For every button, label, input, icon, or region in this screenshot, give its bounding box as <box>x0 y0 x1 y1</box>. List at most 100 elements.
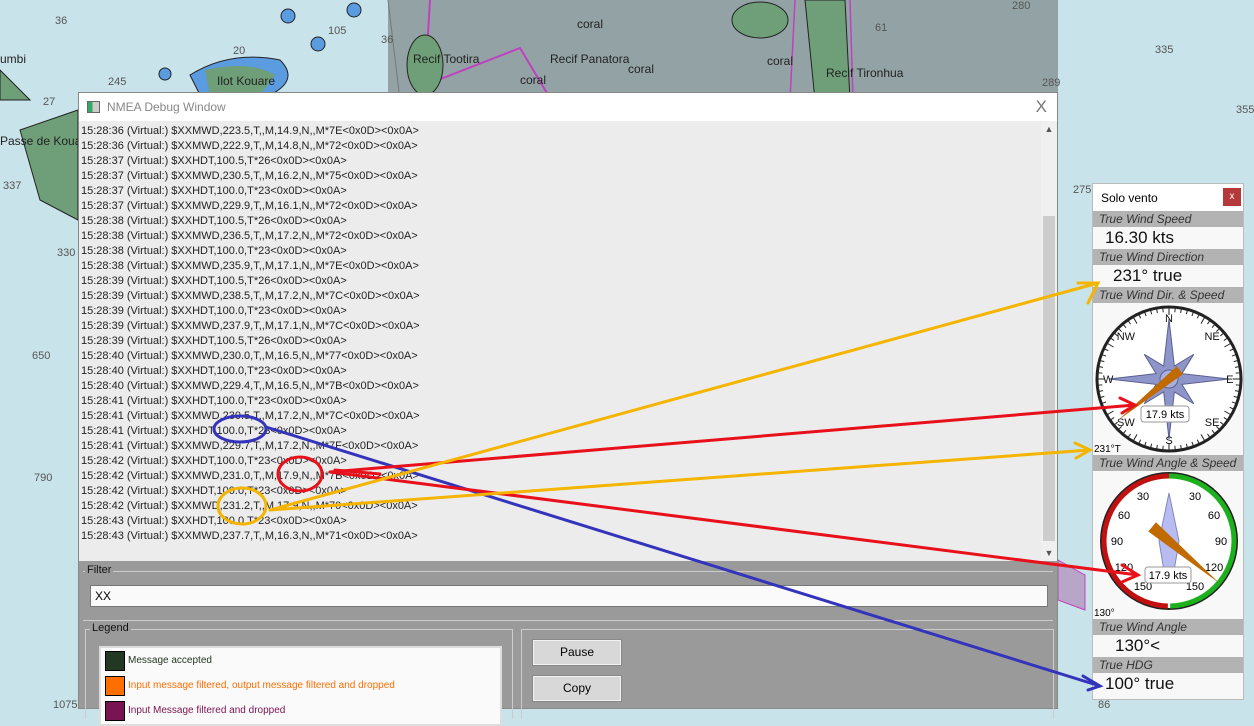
button-group: Pause Copy <box>521 629 1054 719</box>
pause-button[interactable]: Pause <box>533 640 621 665</box>
scroll-thumb[interactable] <box>1043 216 1055 541</box>
log-line: 15:28:37 (Virtual:) $XXMWD,230.5,T,,M,16… <box>79 169 1041 184</box>
tws-header: True Wind Speed <box>1093 211 1243 227</box>
nmea-debug-window: NMEA Debug Window X 15:28:36 (Virtual:) … <box>78 92 1058 709</box>
compass-tick <box>1235 391 1239 392</box>
gauge-tick-label: 120 <box>1115 562 1133 574</box>
map-label: coral <box>767 54 793 68</box>
depth-sounding: 61 <box>875 22 887 34</box>
wind-compass: NNEESESSWWNW17.9 kts 231°T <box>1093 303 1243 455</box>
legend-group: Legend Message acceptedInput message fil… <box>85 629 513 719</box>
cardinal-label: S <box>1165 435 1172 447</box>
legend-swatch <box>105 651 125 671</box>
compass-tick <box>1181 309 1182 313</box>
gauge-tick-label: 30 <box>1189 491 1201 503</box>
log-line: 15:28:38 (Virtual:) $XXMWD,236.5,T,,M,17… <box>79 229 1041 244</box>
depth-sounding: 1075 <box>53 699 77 711</box>
panel-title: Solo vento <box>1093 184 1243 211</box>
log-line: 15:28:41 (Virtual:) $XXHDT,100.0,T*23<0x… <box>79 424 1041 439</box>
hdg-value: 100° true <box>1093 673 1243 695</box>
depth-sounding: 337 <box>3 180 21 192</box>
compass-readout: 231°T <box>1094 444 1121 455</box>
depth-sounding: 289 <box>1042 77 1060 89</box>
twa-header: True Wind Angle <box>1093 619 1243 635</box>
log-line: 15:28:43 (Virtual:) $XXHDT,100.0,T*23<0x… <box>79 514 1041 529</box>
depth-sounding: 335 <box>1155 44 1173 56</box>
log-line: 15:28:40 (Virtual:) $XXMWD,230.0,T,,M,16… <box>79 349 1041 364</box>
log-line: 15:28:37 (Virtual:) $XXHDT,100.5,T*26<0x… <box>79 154 1041 169</box>
log-line: 15:28:41 (Virtual:) $XXMWD,230.5,T,,M,17… <box>79 409 1041 424</box>
gauge-tick-label: 90 <box>1215 536 1227 548</box>
log-scrollbar[interactable]: ▲ ▼ <box>1041 121 1057 561</box>
chevron-up-icon[interactable]: ▲ <box>1041 121 1057 137</box>
depth-sounding: 650 <box>32 350 50 362</box>
log-line: 15:28:39 (Virtual:) $XXHDT,100.5,T*26<0x… <box>79 334 1041 349</box>
twd-value: 231° true <box>1093 265 1243 287</box>
map-label: Recif Tironhua <box>826 66 903 80</box>
legend-item: Input Message filtered and dropped <box>101 698 500 723</box>
map-label: Passe de Koua <box>0 134 81 148</box>
map-label: Recif Tootira <box>413 52 479 66</box>
log-line: 15:28:37 (Virtual:) $XXHDT,100.0,T*23<0x… <box>79 184 1041 199</box>
log-line: 15:28:36 (Virtual:) $XXMWD,223.5,T,,M,14… <box>79 124 1041 139</box>
gauge-tick-label: 60 <box>1118 510 1130 522</box>
twa-gauge-header: True Wind Angle & Speed <box>1093 455 1243 471</box>
log-line: 15:28:41 (Virtual:) $XXHDT,100.0,T*23<0x… <box>79 394 1041 409</box>
legend-swatch <box>105 701 125 721</box>
legend-text: Message accepted <box>128 655 212 666</box>
log-line: 15:28:42 (Virtual:) $XXHDT,100.0,T*23<0x… <box>79 484 1041 499</box>
depth-sounding: 27 <box>43 96 55 108</box>
log-line: 15:28:42 (Virtual:) $XXMWD,231.0,T,,M,17… <box>79 469 1041 484</box>
chevron-down-icon[interactable]: ▼ <box>1041 545 1057 561</box>
compass-tick <box>1157 309 1158 313</box>
log-line: 15:28:38 (Virtual:) $XXHDT,100.0,T*23<0x… <box>79 244 1041 259</box>
hdg-header: True HDG <box>1093 657 1243 673</box>
compass-speed: 17.9 kts <box>1146 409 1185 421</box>
compass-tick <box>1099 391 1103 392</box>
legend-text: Input message filtered, output message f… <box>128 680 395 691</box>
log-line: 15:28:39 (Virtual:) $XXMWD,238.5,T,,M,17… <box>79 289 1041 304</box>
map-label: coral <box>628 62 654 76</box>
log-line: 15:28:38 (Virtual:) $XXMWD,235.9,T,,M,17… <box>79 259 1041 274</box>
filter-group: Filter <box>83 571 1053 621</box>
instrument-panel: Solo vento x True Wind Speed 16.30 kts T… <box>1092 183 1244 700</box>
map-label: umbi <box>0 52 26 66</box>
compass-tick <box>1181 445 1182 449</box>
filter-input[interactable] <box>90 585 1048 607</box>
depth-sounding: 790 <box>34 472 52 484</box>
cardinal-label: SE <box>1205 417 1220 429</box>
log-line: 15:28:39 (Virtual:) $XXHDT,100.5,T*26<0x… <box>79 274 1041 289</box>
window-title: NMEA Debug Window <box>107 100 226 114</box>
app-icon <box>87 101 100 113</box>
legend-item: Input message filtered, output message f… <box>101 673 500 698</box>
tws-value: 16.30 kts <box>1093 227 1243 249</box>
map-label: Recif Panatora <box>550 52 629 66</box>
depth-sounding: 20 <box>233 45 245 57</box>
depth-sounding: 245 <box>108 76 126 88</box>
panel-close-button[interactable]: x <box>1223 188 1241 206</box>
gauge-tick-label: 90 <box>1111 536 1123 548</box>
filter-label: Filter <box>85 564 113 576</box>
close-button[interactable]: X <box>1036 97 1047 117</box>
legend-text: Input Message filtered and dropped <box>128 705 285 716</box>
wind-angle-gauge: 30609012015030609012015017.9 kts 130° <box>1093 471 1243 619</box>
gauge-speed: 17.9 kts <box>1149 570 1188 582</box>
depth-sounding: 275 <box>1073 184 1091 196</box>
window-titlebar[interactable]: NMEA Debug Window <box>79 93 1057 121</box>
log-line: 15:28:39 (Virtual:) $XXHDT,100.0,T*23<0x… <box>79 304 1041 319</box>
log-line: 15:28:42 (Virtual:) $XXMWD,231.2,T,,M,17… <box>79 499 1041 514</box>
depth-sounding: 355 <box>1236 104 1254 116</box>
compass-tick <box>1099 367 1103 368</box>
cardinal-label: NW <box>1117 331 1136 343</box>
compass-header: True Wind Dir. & Speed <box>1093 287 1243 303</box>
log-line: 15:28:37 (Virtual:) $XXMWD,229.9,T,,M,16… <box>79 199 1041 214</box>
legend-label: Legend <box>90 622 131 634</box>
compass-tick <box>1157 445 1158 449</box>
gauge-readout: 130° <box>1094 608 1115 619</box>
copy-button[interactable]: Copy <box>533 676 621 701</box>
depth-sounding: 36 <box>55 15 67 27</box>
message-log[interactable]: 15:28:36 (Virtual:) $XXMWD,223.5,T,,M,14… <box>79 121 1041 561</box>
cardinal-label: NE <box>1204 331 1219 343</box>
legend-list: Message accepted Input message filtered, … <box>99 646 502 726</box>
depth-sounding: 105 <box>328 25 346 37</box>
